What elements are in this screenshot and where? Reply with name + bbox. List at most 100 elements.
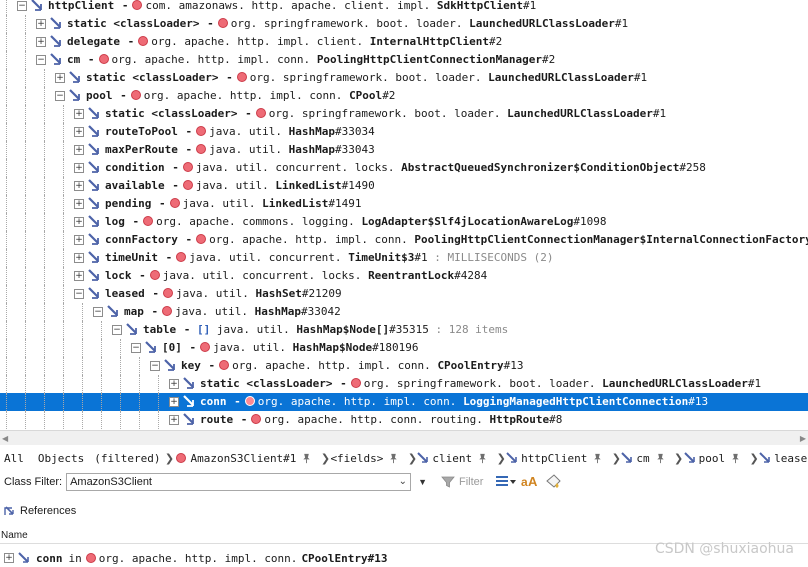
field-arrow-icon: [621, 452, 633, 463]
field-name: key: [181, 359, 201, 372]
collapse-icon[interactable]: −: [131, 343, 141, 353]
filter-button[interactable]: Filter: [441, 475, 483, 489]
breadcrumb-all[interactable]: All: [4, 452, 24, 465]
class-name: HashMap$Node[]: [296, 323, 390, 336]
object-id: #1: [747, 377, 762, 390]
tree-row[interactable]: − key - org. apache. http. impl. conn. CPo…: [0, 357, 808, 375]
breadcrumb-item[interactable]: cm: [621, 452, 669, 465]
tree-guide-line: [82, 303, 84, 321]
pin-icon[interactable]: [730, 453, 741, 464]
tree-row[interactable]: + delegate - org. apache. http. impl. clie…: [0, 33, 808, 51]
breadcrumb-objects[interactable]: Objects: [38, 452, 84, 465]
expand-icon[interactable]: +: [74, 181, 84, 191]
tree-row[interactable]: − leased - java. util. HashSet#21209: [0, 285, 808, 303]
expand-icon[interactable]: +: [74, 217, 84, 227]
expand-icon[interactable]: +: [36, 37, 46, 47]
tree-row[interactable]: + routeToPool - java. util. HashMap#33034: [0, 123, 808, 141]
breadcrumb-item[interactable]: <fields>: [330, 452, 403, 465]
instance-dot-icon: [85, 553, 96, 563]
collapse-icon[interactable]: −: [93, 307, 103, 317]
tree-guide-line: [25, 87, 27, 105]
breadcrumb-item[interactable]: lease: [759, 452, 807, 465]
expand-icon[interactable]: +: [74, 109, 84, 119]
breadcrumb-item[interactable]: client: [417, 452, 492, 465]
pin-icon[interactable]: [477, 453, 488, 464]
expand-icon[interactable]: +: [74, 127, 84, 137]
field-name: lock: [105, 269, 132, 282]
field-separator: -: [227, 395, 241, 408]
tree-row[interactable]: − table - [] java. util. HashMap$Node[]#3…: [0, 321, 808, 339]
expand-icon[interactable]: +: [4, 553, 14, 563]
expand-icon[interactable]: +: [74, 271, 84, 281]
tree-row[interactable]: + timeUnit - java. util. concurrent. TimeU…: [0, 249, 808, 267]
breadcrumb-item[interactable]: httpClient: [506, 452, 607, 465]
expand-icon[interactable]: +: [169, 379, 179, 389]
instance-dot-icon: [182, 162, 193, 172]
tree-row[interactable]: + pending - java. util. LinkedList#1491: [0, 195, 808, 213]
horizontal-scrollbar[interactable]: ◀ ▶: [0, 430, 808, 445]
tree-row[interactable]: + available - java. util. LinkedList#1490: [0, 177, 808, 195]
field-name: maxPerRoute: [105, 143, 178, 156]
highlight-button[interactable]: [545, 473, 563, 492]
pin-icon[interactable]: [592, 453, 603, 464]
expand-icon[interactable]: +: [169, 415, 179, 425]
chevron-down-icon[interactable]: ⌄: [399, 476, 407, 487]
history-dropdown-icon[interactable]: ▼: [418, 477, 427, 487]
tree-guide-line: [25, 231, 27, 249]
funnel-icon: [441, 476, 455, 488]
tree-row[interactable]: + static <classLoader> - org. springframew…: [0, 375, 808, 393]
expand-icon[interactable]: +: [74, 235, 84, 245]
expand-icon[interactable]: +: [169, 397, 179, 407]
expand-icon[interactable]: +: [36, 19, 46, 29]
instance-dot-icon: [176, 252, 187, 262]
expand-icon[interactable]: +: [74, 145, 84, 155]
tree-row[interactable]: + log - org. apache. commons. logging. Log…: [0, 213, 808, 231]
tree-row[interactable]: + lock - java. util. concurrent. locks. Re…: [0, 267, 808, 285]
collapse-icon[interactable]: −: [36, 55, 46, 65]
tree-guide-line: [44, 105, 46, 123]
tree-guide-line: [25, 195, 27, 213]
tree-row[interactable]: − cm - org. apache. http. impl. conn. Pool…: [0, 51, 808, 69]
field-arrow-icon: [50, 17, 61, 29]
expand-icon[interactable]: +: [74, 253, 84, 263]
tree-row[interactable]: + conn - org. apache. http. impl. conn. Lo…: [0, 393, 808, 411]
tree-guide-line: [6, 87, 8, 105]
tree-row[interactable]: + connFactory - org. apache. http. impl. c…: [0, 231, 808, 249]
pin-icon[interactable]: [655, 453, 666, 464]
scroll-right-icon[interactable]: ▶: [800, 434, 806, 443]
case-sensitive-button[interactable]: a A: [521, 474, 539, 491]
scroll-left-icon[interactable]: ◀: [2, 434, 8, 443]
pin-icon[interactable]: [388, 453, 399, 464]
breadcrumb-item[interactable]: pool: [683, 452, 746, 465]
collapse-icon[interactable]: −: [150, 361, 160, 371]
tree-row[interactable]: − [0] - java. util. HashMap$Node#180196: [0, 339, 808, 357]
expand-icon[interactable]: +: [74, 163, 84, 173]
collapse-icon[interactable]: −: [17, 1, 27, 11]
tree-guide-line: [25, 249, 27, 267]
tree-row[interactable]: + condition - java. util. concurrent. lock…: [0, 159, 808, 177]
collapse-icon[interactable]: −: [55, 91, 65, 101]
tree-row[interactable]: + static <classLoader> - org. springframew…: [0, 105, 808, 123]
object-tree[interactable]: − httpClient - com. amazonaws. http. apach…: [0, 0, 808, 430]
collapse-icon[interactable]: −: [112, 325, 122, 335]
expand-icon[interactable]: +: [74, 199, 84, 209]
tree-row[interactable]: − httpClient - com. amazonaws. http. apach…: [0, 0, 808, 15]
breadcrumb-item[interactable]: AmazonS3Client#1: [174, 452, 316, 465]
instance-dot-icon: [236, 72, 247, 82]
tree-row[interactable]: + maxPerRoute - java. util. HashMap#33043: [0, 141, 808, 159]
tree-guide-line: [25, 411, 27, 429]
tree-guide-line: [63, 357, 65, 375]
tree-row[interactable]: + static <classLoader> - org. springframew…: [0, 69, 808, 87]
tree-row[interactable]: + static <classLoader> - org. springframew…: [0, 15, 808, 33]
tree-row[interactable]: + route - org. apache. http. conn. routing…: [0, 411, 808, 429]
tree-row[interactable]: − pool - org. apache. http. impl. conn. CP…: [0, 87, 808, 105]
tree-guide-line: [25, 213, 27, 231]
view-mode-button[interactable]: [495, 474, 517, 491]
class-filter-input[interactable]: AmazonS3Client ⌄: [66, 473, 412, 491]
class-package: java. util. concurrent.: [189, 251, 349, 264]
pin-icon[interactable]: [301, 453, 312, 464]
expand-icon[interactable]: +: [55, 73, 65, 83]
tree-row[interactable]: − map - java. util. HashMap#33042: [0, 303, 808, 321]
tree-guide-line: [63, 411, 65, 429]
collapse-icon[interactable]: −: [74, 289, 84, 299]
